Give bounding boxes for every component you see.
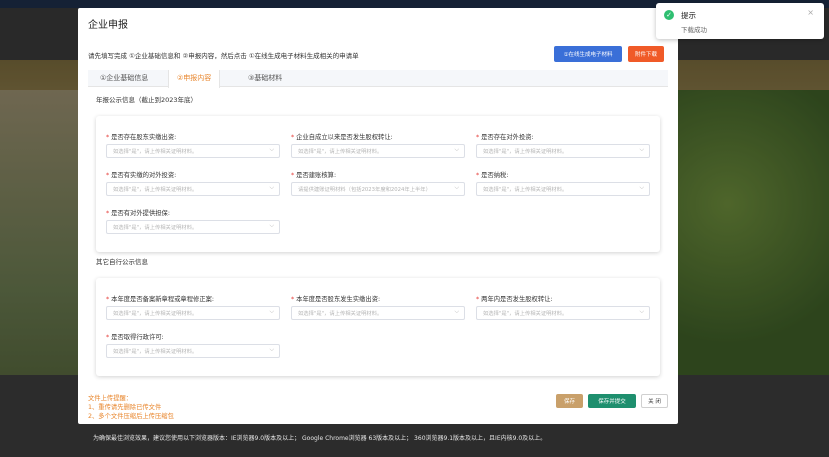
- instruction-text: 请先填写完成 ①企业基础信息和 ②申报内容，然后点击 ①在线生成电子材料生成相关…: [88, 52, 359, 60]
- select-placeholder: 如选择"是"，请上传相关证明材料。: [483, 311, 568, 317]
- toast-notification: ✓ 提示 下载成功 ×: [656, 3, 824, 39]
- paid-outbound-investment-select[interactable]: 如选择"是"，请上传相关证明材料。 ⌵: [106, 182, 280, 196]
- chevron-down-icon: ⌵: [269, 222, 274, 229]
- field-label: 本年度是否备案新章程或章程修正案:: [111, 296, 215, 303]
- field-administrative-license: * 是否取得行政许可: 如选择"是"，请上传相关证明材料。 ⌵: [106, 332, 280, 358]
- shareholder-paid-in-select[interactable]: 如选择"是"，请上传相关证明材料。 ⌵: [106, 144, 280, 158]
- chevron-down-icon: ⌵: [639, 308, 644, 315]
- declaration-dialog: 企业申报 请先填写完成 ①企业基础信息和 ②申报内容，然后点击 ①在线生成电子材…: [78, 8, 678, 424]
- select-placeholder: 如选择"是"，请上传相关证明材料。: [483, 187, 568, 193]
- upload-reminder-line-1: 1、重传请先删除已传文件: [88, 404, 162, 411]
- save-and-submit-button[interactable]: 保存并提交: [588, 394, 636, 408]
- field-label: 两年内是否发生股权转让:: [481, 296, 553, 303]
- field-label: 是否存在股东实缴出资:: [111, 134, 177, 141]
- upload-reminder: 文件上传提醒： 1、重传请先删除已传文件 2、多个文件压缩后上传压缩包: [88, 394, 174, 421]
- select-placeholder: 如选择"是"，请上传相关证明材料。: [113, 149, 198, 155]
- chevron-down-icon: ⌵: [639, 146, 644, 153]
- field-label: 本年度是否股东发生实缴出资:: [296, 296, 381, 303]
- field-external-guarantee: * 是否有对外提供担保: 如选择"是"，请上传相关证明材料。 ⌵: [106, 208, 280, 234]
- download-attachment-button[interactable]: 附件下载: [628, 46, 664, 62]
- administrative-license-select[interactable]: 如选择"是"，请上传相关证明材料。 ⌵: [106, 344, 280, 358]
- chevron-down-icon: ⌵: [269, 184, 274, 191]
- select-placeholder: 如选择"是"，请上传相关证明材料。: [113, 311, 198, 317]
- select-placeholder: 请提供建账证明材料（包括2023年度和2024年上半年）: [298, 187, 431, 193]
- field-label: 是否存在对外投资:: [481, 134, 534, 141]
- field-bookkeeping: * 是否建账核算: 请提供建账证明材料（包括2023年度和2024年上半年） ⌵: [291, 170, 465, 196]
- select-placeholder: 如选择"是"，请上传相关证明材料。: [483, 149, 568, 155]
- field-label: 是否纳税:: [481, 172, 509, 179]
- field-shareholder-paid-in: * 是否存在股东实缴出资: 如选择"是"，请上传相关证明材料。 ⌵: [106, 132, 280, 158]
- two-year-equity-transfer-select[interactable]: 如选择"是"，请上传相关证明材料。 ⌵: [476, 306, 650, 320]
- chevron-down-icon: ⌵: [454, 308, 459, 315]
- chevron-down-icon: ⌵: [639, 184, 644, 191]
- field-label: 是否有对外提供担保:: [111, 210, 170, 217]
- field-label: 企业自成立以来是否发生股权转让:: [296, 134, 393, 141]
- dialog-title: 企业申报: [88, 20, 128, 31]
- toast-title: 提示: [681, 11, 696, 20]
- tax-paid-select[interactable]: 如选择"是"，请上传相关证明材料。 ⌵: [476, 182, 650, 196]
- browser-recommendation: 为确保最佳浏览效果，建议您使用以下浏览器版本：IE浏览器9.0版本及以上； Go…: [93, 435, 547, 442]
- select-placeholder: 如选择"是"，请上传相关证明材料。: [113, 349, 198, 355]
- field-equity-transfer: * 企业自成立以来是否发生股权转让: 如选择"是"，请上传相关证明材料。 ⌵: [291, 132, 465, 158]
- chevron-down-icon: ⌵: [454, 146, 459, 153]
- check-icon: ✓: [664, 10, 674, 20]
- tab-declaration-content[interactable]: ②申报内容: [168, 70, 221, 88]
- field-shareholder-contribution: * 本年度是否股东发生实缴出资: 如选择"是"，请上传相关证明材料。 ⌵: [291, 294, 465, 320]
- new-articles-select[interactable]: 如选择"是"，请上传相关证明材料。 ⌵: [106, 306, 280, 320]
- tab-basic-materials[interactable]: ③基础材料: [240, 70, 290, 87]
- section-annual-report-label: 年报公示信息（截止到2023年底）: [96, 96, 198, 104]
- other-disclosure-card: * 本年度是否备案新章程或章程修正案: 如选择"是"，请上传相关证明材料。 ⌵ * 本…: [96, 278, 660, 376]
- chevron-down-icon: ⌵: [269, 346, 274, 353]
- field-label: 是否取得行政许可:: [111, 334, 164, 341]
- field-new-articles: * 本年度是否备案新章程或章程修正案: 如选择"是"，请上传相关证明材料。 ⌵: [106, 294, 280, 320]
- field-paid-outbound-investment: * 是否有实缴的对外投资: 如选择"是"，请上传相关证明材料。 ⌵: [106, 170, 280, 196]
- section-other-disclosure-label: 其它自行公示信息: [96, 258, 148, 266]
- select-placeholder: 如选择"是"，请上传相关证明材料。: [113, 187, 198, 193]
- field-outbound-investment: * 是否存在对外投资: 如选择"是"，请上传相关证明材料。 ⌵: [476, 132, 650, 158]
- annual-report-card: * 是否存在股东实缴出资: 如选择"是"，请上传相关证明材料。 ⌵ * 企业自成立以来…: [96, 116, 660, 252]
- bookkeeping-select[interactable]: 请提供建账证明材料（包括2023年度和2024年上半年） ⌵: [291, 182, 465, 196]
- select-placeholder: 如选择"是"，请上传相关证明材料。: [298, 311, 383, 317]
- external-guarantee-select[interactable]: 如选择"是"，请上传相关证明材料。 ⌵: [106, 220, 280, 234]
- toast-message: 下载成功: [681, 26, 707, 34]
- outbound-investment-select[interactable]: 如选择"是"，请上传相关证明材料。 ⌵: [476, 144, 650, 158]
- select-placeholder: 如选择"是"，请上传相关证明材料。: [298, 149, 383, 155]
- close-icon[interactable]: ×: [807, 8, 814, 17]
- shareholder-contribution-select[interactable]: 如选择"是"，请上传相关证明材料。 ⌵: [291, 306, 465, 320]
- equity-transfer-select[interactable]: 如选择"是"，请上传相关证明材料。 ⌵: [291, 144, 465, 158]
- select-placeholder: 如选择"是"，请上传相关证明材料。: [113, 225, 198, 231]
- close-button[interactable]: 关 闭: [641, 394, 668, 408]
- field-two-year-equity-transfer: * 两年内是否发生股权转让: 如选择"是"，请上传相关证明材料。 ⌵: [476, 294, 650, 320]
- field-tax-paid: * 是否纳税: 如选择"是"，请上传相关证明材料。 ⌵: [476, 170, 650, 196]
- field-label: 是否建账核算:: [296, 172, 337, 179]
- chevron-down-icon: ⌵: [269, 146, 274, 153]
- upload-reminder-title: 文件上传提醒：: [88, 395, 133, 402]
- save-button[interactable]: 保存: [556, 394, 583, 408]
- field-label: 是否有实缴的对外投资:: [111, 172, 177, 179]
- chevron-down-icon: ⌵: [269, 308, 274, 315]
- chevron-down-icon: ⌵: [454, 184, 459, 191]
- upload-reminder-line-2: 2、多个文件压缩后上传压缩包: [88, 413, 174, 420]
- tab-basic-info[interactable]: ①企业基础信息: [92, 70, 156, 87]
- tab-bar: ①企业基础信息 ②申报内容 ③基础材料: [88, 70, 668, 88]
- generate-materials-button[interactable]: ①在线生成电子材料: [554, 46, 622, 62]
